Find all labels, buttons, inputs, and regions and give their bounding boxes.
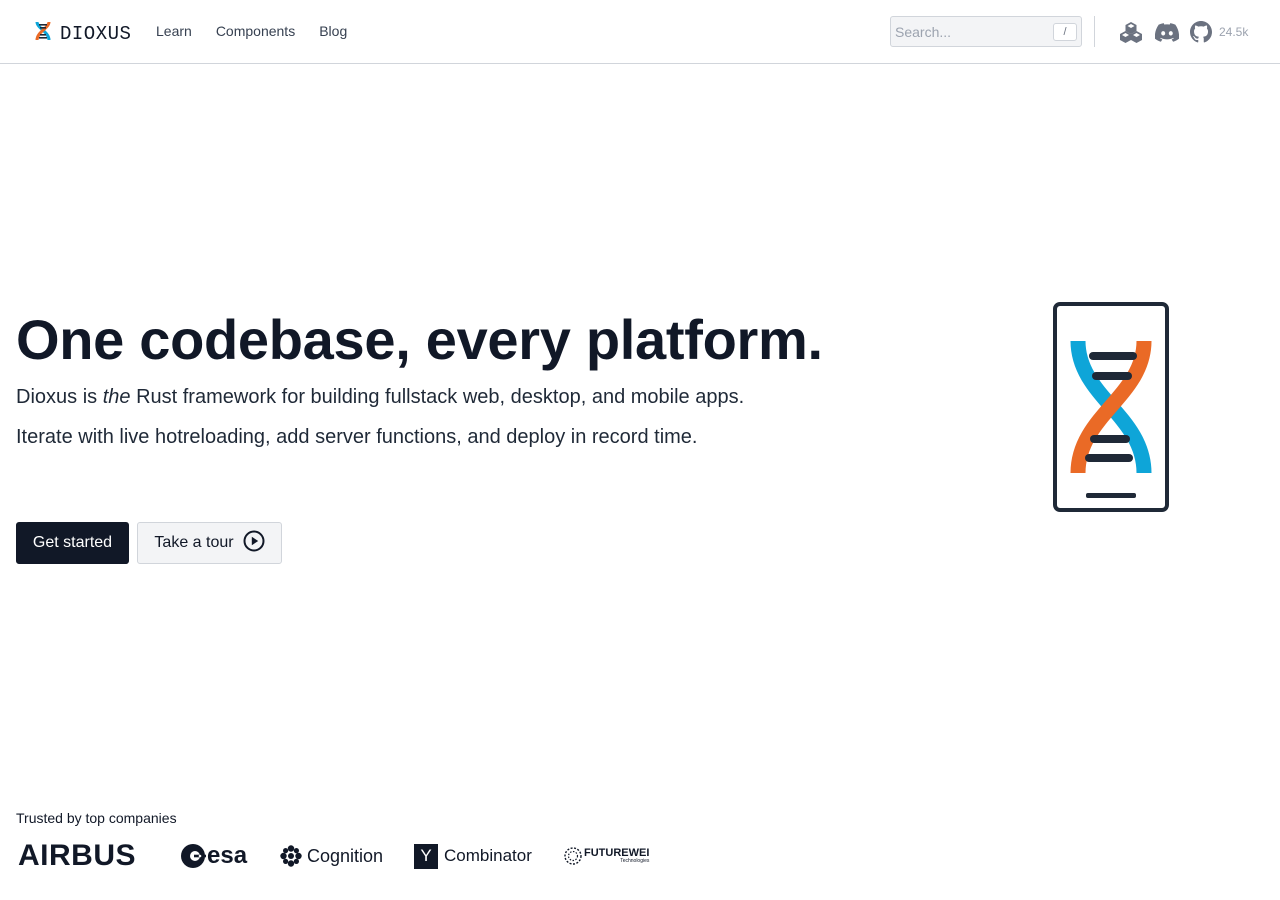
futurewei-swirl-icon <box>563 845 583 867</box>
get-started-label: Get started <box>32 534 113 551</box>
trusted-label: Trusted by top companies <box>16 810 177 826</box>
tagline-prefix: Dioxus is <box>16 386 103 408</box>
logo-ycombinator-text: Combinator <box>444 846 532 865</box>
take-a-tour-label: Take a tour <box>154 534 234 551</box>
nav-link-components[interactable]: Components <box>216 23 295 39</box>
logo-cognition-text: Cognition <box>307 845 384 866</box>
tagline-suffix: Rust framework for building fullstack we… <box>130 386 745 408</box>
logo-futurewei: FUTUREWEI Technologies <box>563 836 649 876</box>
logo-ycombinator: Y Combinator <box>414 836 532 876</box>
discord-icon[interactable] <box>1155 20 1179 44</box>
nav-link-blog[interactable]: Blog <box>319 23 347 39</box>
logo-airbus: AIRBUS <box>18 836 136 876</box>
hero-title: One codebase, every platform. <box>16 308 823 371</box>
primary-nav: Learn Components Blog <box>156 23 347 39</box>
get-started-button[interactable]: Get started <box>16 522 129 564</box>
play-circle-icon <box>243 530 265 557</box>
search-box[interactable]: / <box>890 16 1082 47</box>
search-shortcut-key: / <box>1053 23 1077 41</box>
logo-airbus-text: AIRBUS <box>18 839 137 872</box>
tagline-emphasis: the <box>102 386 131 408</box>
esa-mark-icon <box>180 843 206 869</box>
github-icon[interactable] <box>1189 20 1213 44</box>
logo-esa: esa <box>180 836 247 876</box>
dioxus-logo-icon <box>34 20 52 47</box>
phone-dna-illustration <box>1052 301 1170 518</box>
hero-tagline: Dioxus is the Rust framework for buildin… <box>16 386 744 409</box>
ycombinator-mark: Y <box>414 843 438 869</box>
take-a-tour-button[interactable]: Take a tour <box>137 522 282 564</box>
nav-link-learn[interactable]: Learn <box>156 23 192 39</box>
cognition-mark-icon <box>280 845 302 867</box>
logo-futurewei-subtext: Technologies <box>620 858 650 864</box>
brand-link[interactable]: DIOXUS <box>34 20 131 47</box>
hero-subtitle: Iterate with live hotreloading, add serv… <box>16 426 698 448</box>
top-navbar: DIOXUS Learn Components Blog / <box>0 0 1280 64</box>
futurewei-wordmark: FUTUREWEI Technologies <box>584 848 649 864</box>
crates-icon[interactable] <box>1119 20 1143 44</box>
nav-divider <box>1094 16 1095 47</box>
logo-esa-text: esa <box>207 842 248 869</box>
logo-cognition: Cognition <box>280 836 383 876</box>
search-input[interactable] <box>891 22 1041 41</box>
github-star-count: 24.5k <box>1219 25 1249 39</box>
brand-name: DIOXUS <box>60 22 132 45</box>
